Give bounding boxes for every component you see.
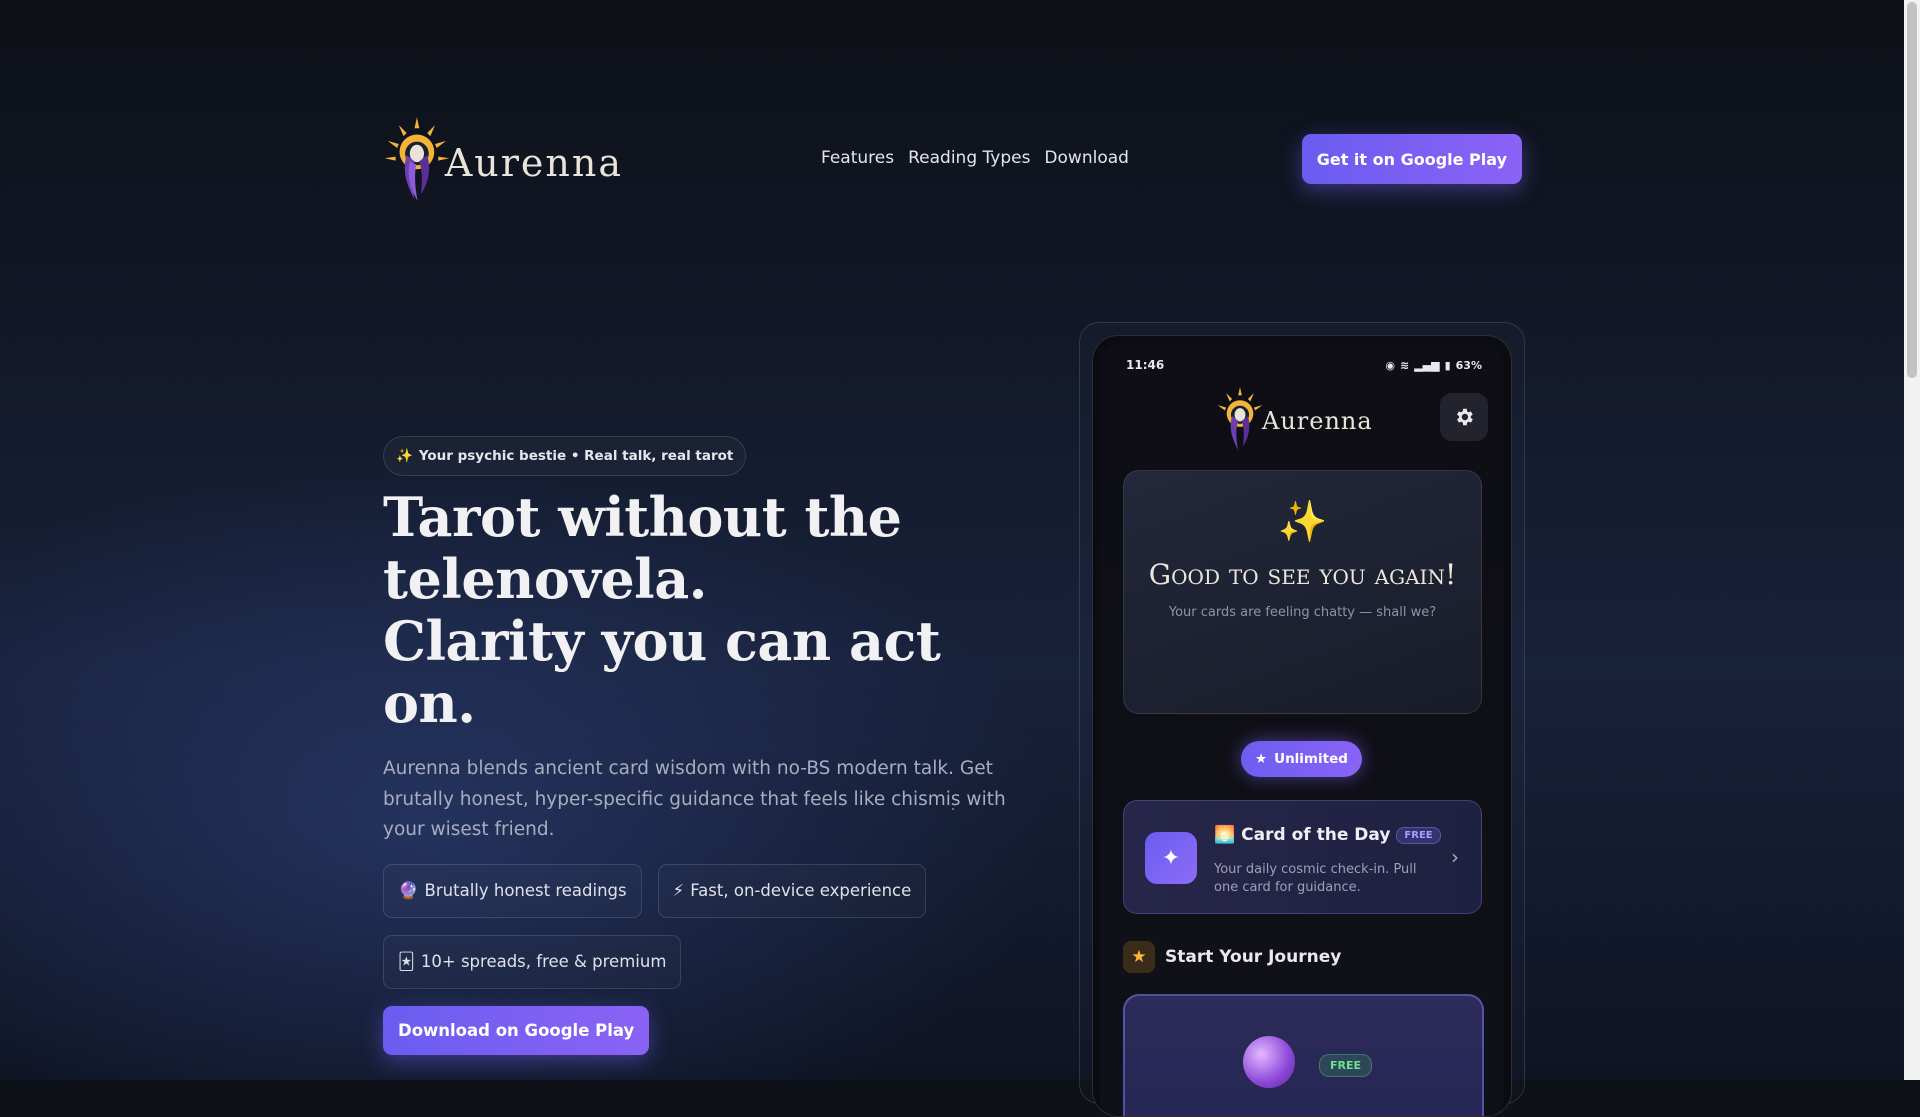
free-badge: FREE <box>1396 826 1441 844</box>
main-nav: Features Reading Types Download <box>821 148 1129 168</box>
sun-goddess-logo-icon <box>1217 386 1263 450</box>
unlimited-badge-button[interactable]: ★ Unlimited <box>1241 741 1362 777</box>
vibrate-icon: ◉ <box>1385 358 1395 372</box>
battery-level: 63% <box>1455 358 1482 372</box>
battery-icon: ▮ <box>1444 358 1451 372</box>
nav-link-download[interactable]: Download <box>1044 148 1129 168</box>
status-time: 11:46 <box>1126 358 1165 372</box>
welcome-subtitle: Your cards are feeling chatty — shall we… <box>1168 605 1437 620</box>
tagline-text: Your psychic bestie • Real talk, real ta… <box>418 448 734 464</box>
lightning-icon: ⚡ <box>672 881 685 900</box>
feature-chip-fast: ⚡ Fast, on-device experience <box>657 863 927 918</box>
feature-chip-label: Brutally honest readings <box>424 881 627 900</box>
sun-goddess-logo-icon <box>384 117 450 201</box>
site-header: Aurenna Features Reading Types Download … <box>383 100 1522 218</box>
scrollbar-thumb[interactable] <box>1907 2 1917 378</box>
download-google-play-button[interactable]: Download on Google Play <box>383 1005 650 1055</box>
feature-chip-label: Fast, on-device experience <box>690 881 912 900</box>
start-journey-heading: ★ Start Your Journey <box>1123 941 1341 973</box>
crystal-ball-icon: 🔮 <box>398 880 419 900</box>
app-header: Aurenna <box>1100 383 1504 453</box>
unlimited-label: Unlimited <box>1274 751 1348 767</box>
nav-link-reading-types[interactable]: Reading Types <box>908 148 1030 168</box>
status-icons: ◉ ≋ ▂▄▆ ▮ 63% <box>1385 359 1482 372</box>
phone-mockup: 11:46 ◉ ≋ ▂▄▆ ▮ 63% Aurenna ✨ Good to se… <box>1092 335 1512 1117</box>
nav-link-features[interactable]: Features <box>821 148 894 168</box>
hero-title-line-3: Clarity you can act on. <box>383 609 941 735</box>
app-name: Aurenna <box>1262 407 1373 435</box>
card-of-the-day-title: 🌅 Card of the Day FREE <box>1214 825 1441 845</box>
sparkles-icon: ✦ <box>1145 832 1197 884</box>
card-of-the-day-description: Your daily cosmic check-in. Pull one car… <box>1214 862 1417 895</box>
start-journey-title: Start Your Journey <box>1165 947 1342 967</box>
settings-button[interactable] <box>1440 393 1488 441</box>
journey-reading-card[interactable]: FREE <box>1123 994 1484 1116</box>
free-badge: FREE <box>1319 1054 1373 1077</box>
feature-chip-honest: 🔮 Brutally honest readings <box>383 863 642 918</box>
crystal-orb-icon <box>1243 1036 1295 1088</box>
welcome-card: ✨ Good to see you again! Your cards are … <box>1123 470 1482 714</box>
page-scrollbar[interactable] <box>1904 0 1920 1080</box>
feature-chips: 🔮 Brutally honest readings ⚡ Fast, on-de… <box>383 863 1043 989</box>
card-of-the-day-label: Card of the Day <box>1241 825 1391 845</box>
hero-title-line-1: Tarot without the <box>383 485 902 549</box>
brand-logo[interactable]: Aurenna <box>383 100 623 218</box>
chevron-right-icon: › <box>1451 845 1459 869</box>
wifi-icon: ≋ <box>1399 358 1410 372</box>
sparkle-icon: ✨ <box>396 448 413 464</box>
tagline-pill: ✨ Your psychic bestie • Real talk, real … <box>383 436 747 476</box>
welcome-title: Good to see you again! <box>1148 558 1457 591</box>
sparkle-icon: ✨ <box>1277 499 1328 545</box>
star-icon: ★ <box>1123 941 1155 973</box>
status-bar: 11:46 ◉ ≋ ▂▄▆ ▮ 63% <box>1126 357 1482 373</box>
card-of-the-day-card[interactable]: ✦ 🌅 Card of the Day FREE Your daily cosm… <box>1123 800 1482 914</box>
feature-chip-spreads: 🃏 10+ spreads, free & premium <box>383 934 682 989</box>
gear-icon <box>1457 408 1473 426</box>
get-google-play-button[interactable]: Get it on Google Play <box>1301 134 1522 184</box>
hero-section: ✨ Your psychic bestie • Real talk, real … <box>383 436 1043 1055</box>
card-icon: 🃏 <box>398 952 415 971</box>
signal-icon: ▂▄▆ <box>1414 358 1440 372</box>
feature-chip-label: 10+ spreads, free & premium <box>420 952 667 971</box>
hero-title: Tarot without the telenovela. Clarity yo… <box>383 486 1043 734</box>
brand-name: Aurenna <box>444 141 623 185</box>
app-logo: Aurenna <box>1214 383 1373 455</box>
hero-description: Aurenna blends ancient card wisdom with … <box>383 758 1006 840</box>
star-icon: ★ <box>1255 751 1268 767</box>
decorative-dot <box>952 808 954 810</box>
phone-mockup-frame: 11:46 ◉ ≋ ▂▄▆ ▮ 63% Aurenna ✨ Good to se… <box>1079 322 1525 1117</box>
hero-title-line-2: telenovela. <box>383 547 707 611</box>
app-screen: 11:46 ◉ ≋ ▂▄▆ ▮ 63% Aurenna ✨ Good to se… <box>1100 343 1504 1116</box>
sunrise-icon: 🌅 <box>1214 825 1236 845</box>
